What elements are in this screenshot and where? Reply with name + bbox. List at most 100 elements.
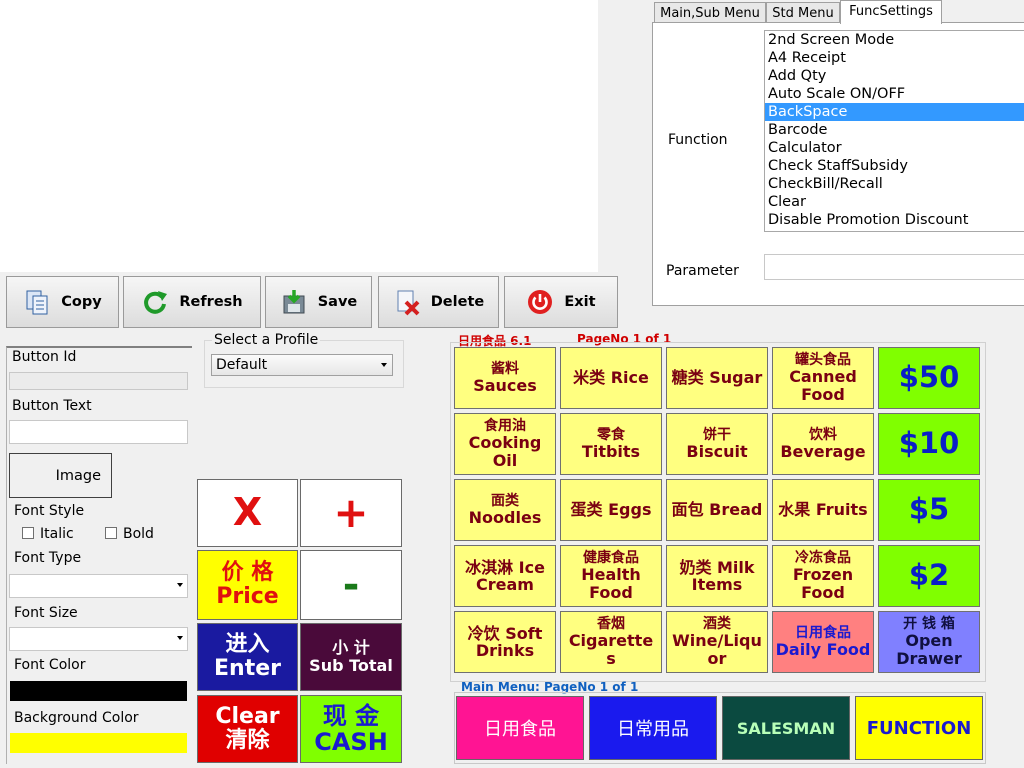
item-en-label: Cooking Oil bbox=[468, 433, 542, 470]
clear-button[interactable]: Clear 清除 bbox=[197, 695, 298, 763]
open-drawer-button[interactable]: 开 钱 箱 Open Drawer bbox=[878, 611, 980, 673]
tab-func-settings[interactable]: FuncSettings bbox=[840, 0, 942, 24]
plus-label: + bbox=[333, 487, 369, 537]
function-item[interactable]: 2nd Screen Mode bbox=[765, 31, 1024, 49]
refresh-button[interactable]: Refresh bbox=[123, 276, 261, 328]
tab-std-menu[interactable]: Std Menu bbox=[766, 2, 840, 23]
tab-main-sub-menu[interactable]: Main,Sub Menu bbox=[654, 2, 766, 23]
cash-2-button[interactable]: $2 bbox=[878, 545, 980, 607]
function-item[interactable]: Calculator bbox=[765, 139, 1024, 157]
bold-checkbox[interactable] bbox=[105, 527, 117, 539]
function-item[interactable]: CheckBill/Recall bbox=[765, 175, 1024, 193]
exit-label: Exit bbox=[564, 294, 596, 310]
item-cigarettes-button[interactable]: 香烟 Cigarettes bbox=[560, 611, 662, 673]
menu-daily-food-button[interactable]: 日用食品 bbox=[456, 696, 584, 760]
save-label: Save bbox=[317, 294, 358, 310]
item-ice-cream-button[interactable]: 冰淇淋 Ice Cream bbox=[454, 545, 556, 607]
item-eggs-button[interactable]: 蛋类 Eggs bbox=[560, 479, 662, 541]
exit-button[interactable]: Exit bbox=[504, 276, 618, 328]
item-zh-label: 香烟 bbox=[597, 616, 625, 633]
copy-icon bbox=[26, 290, 48, 315]
item-zh-label: 酱料 bbox=[491, 360, 519, 377]
item-fruits-button[interactable]: 水果 Fruits bbox=[772, 479, 874, 541]
item-en-label: 面包 Bread bbox=[671, 500, 763, 520]
function-item[interactable]: Check StaffSubsidy bbox=[765, 157, 1024, 175]
item-bread-button[interactable]: 面包 Bread bbox=[666, 479, 768, 541]
function-label: Function bbox=[668, 132, 728, 148]
delete-label: Delete bbox=[430, 294, 485, 310]
subtotal-button[interactable]: 小 计 Sub Total bbox=[300, 623, 402, 691]
menu-function-button[interactable]: FUNCTION bbox=[855, 696, 983, 760]
item-en-label: 水果 Fruits bbox=[778, 500, 868, 520]
item-en-label: 蛋类 Eggs bbox=[570, 500, 652, 520]
minus-button[interactable]: - bbox=[300, 550, 402, 620]
parameter-input[interactable] bbox=[764, 254, 1024, 280]
item-sauces-button[interactable]: 酱料 Sauces bbox=[454, 347, 556, 409]
item-health-food-button[interactable]: 健康食品 Health Food bbox=[560, 545, 662, 607]
cash-button[interactable]: 现 金 CASH bbox=[300, 695, 402, 763]
font-type-label: Font Type bbox=[14, 550, 82, 566]
plus-button[interactable]: + bbox=[300, 479, 402, 547]
background-color-swatch[interactable] bbox=[10, 733, 187, 753]
blank-canvas-panel bbox=[0, 0, 598, 272]
menu-daily-goods-button[interactable]: 日常用品 bbox=[589, 696, 717, 760]
item-soft-drinks-button[interactable]: 冷饮 Soft Drinks bbox=[454, 611, 556, 673]
button-text-input[interactable] bbox=[9, 420, 188, 444]
bold-label: Bold bbox=[123, 526, 154, 542]
item-zh-label: 健康食品 bbox=[583, 550, 639, 567]
font-type-select[interactable] bbox=[9, 574, 188, 598]
function-item[interactable]: Auto Scale ON/OFF bbox=[765, 85, 1024, 103]
item-zh-label: 冷冻食品 bbox=[795, 550, 851, 567]
item-frozen-food-button[interactable]: 冷冻食品 Frozen Food bbox=[772, 545, 874, 607]
cancel-x-label: X bbox=[232, 490, 263, 535]
item-daily-food-button[interactable]: 日用食品 Daily Food bbox=[772, 611, 874, 673]
item-cooking-oil-button[interactable]: 食用油 Cooking Oil bbox=[454, 413, 556, 475]
copy-button[interactable]: Copy bbox=[6, 276, 119, 328]
menu-salesman-button[interactable]: SALESMAN bbox=[722, 696, 850, 760]
cancel-x-button[interactable]: X bbox=[197, 479, 298, 547]
font-color-swatch[interactable] bbox=[10, 681, 187, 701]
item-en-label: Cigarettes bbox=[568, 631, 654, 668]
delete-button[interactable]: Delete bbox=[378, 276, 499, 328]
function-item[interactable]: A4 Receipt bbox=[765, 49, 1024, 67]
item-en-label: Beverage bbox=[780, 441, 866, 461]
cash-en-label: CASH bbox=[314, 728, 388, 756]
image-button[interactable]: Image bbox=[9, 453, 112, 498]
price-button[interactable]: 价 格 Price bbox=[197, 550, 298, 620]
item-noodles-button[interactable]: 面类 Noodles bbox=[454, 479, 556, 541]
item-wine-liquor-button[interactable]: 酒类 Wine/Liquor bbox=[666, 611, 768, 673]
item-milk-items-button[interactable]: 奶类 Milk Items bbox=[666, 545, 768, 607]
delete-icon bbox=[397, 290, 420, 316]
cash-zh-label: 现 金 bbox=[322, 701, 380, 730]
font-size-select[interactable] bbox=[9, 627, 188, 651]
profile-select[interactable]: Default bbox=[211, 354, 393, 376]
item-en-label: Daily Food bbox=[775, 639, 871, 659]
profile-value: Default bbox=[216, 357, 268, 373]
function-item[interactable]: Add Qty bbox=[765, 67, 1024, 85]
item-beverage-button[interactable]: 饮料 Beverage bbox=[772, 413, 874, 475]
item-en-label: 冷饮 Soft Drinks bbox=[467, 623, 543, 660]
function-item-selected[interactable]: BackSpace bbox=[765, 103, 1024, 121]
function-item[interactable]: Disable Promotion Discount bbox=[765, 211, 1024, 229]
item-en-label: 米类 Rice bbox=[573, 368, 649, 388]
function-item[interactable]: Barcode bbox=[765, 121, 1024, 139]
item-zh-label: 罐头食品 bbox=[795, 352, 851, 369]
item-canned-food-button[interactable]: 罐头食品 Canned Food bbox=[772, 347, 874, 409]
italic-checkbox[interactable] bbox=[22, 527, 34, 539]
cash-50-button[interactable]: $50 bbox=[878, 347, 980, 409]
enter-button[interactable]: 进入 Enter bbox=[197, 623, 298, 691]
save-button[interactable]: Save bbox=[265, 276, 372, 328]
cash-10-button[interactable]: $10 bbox=[878, 413, 980, 475]
function-item[interactable]: Clear bbox=[765, 193, 1024, 211]
item-en-label: 糖类 Sugar bbox=[671, 368, 763, 388]
item-en-label: Frozen Food bbox=[792, 565, 854, 602]
item-sugar-button[interactable]: 糖类 Sugar bbox=[666, 347, 768, 409]
item-zh-label: 饼干 bbox=[703, 426, 731, 443]
function-list[interactable]: 2nd Screen Mode A4 Receipt Add Qty Auto … bbox=[764, 30, 1024, 232]
price-zh-label: 价 格 bbox=[221, 559, 274, 585]
cash-5-button[interactable]: $5 bbox=[878, 479, 980, 541]
item-titbits-button[interactable]: 零食 Titbits bbox=[560, 413, 662, 475]
item-rice-button[interactable]: 米类 Rice bbox=[560, 347, 662, 409]
item-zh-label: 面类 bbox=[491, 492, 519, 509]
item-biscuit-button[interactable]: 饼干 Biscuit bbox=[666, 413, 768, 475]
